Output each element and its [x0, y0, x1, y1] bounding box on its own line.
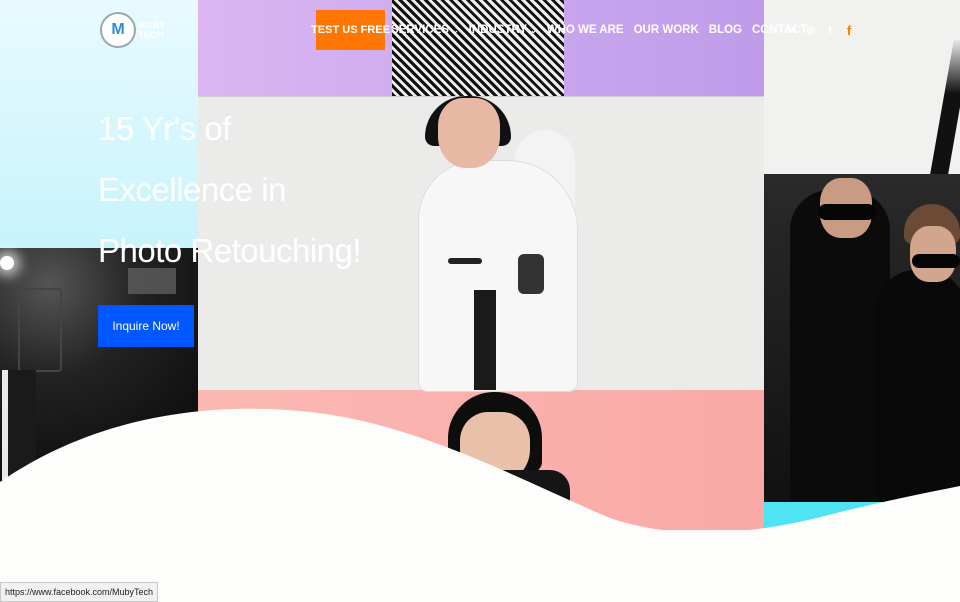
- jacket-badge-figure: [518, 254, 544, 294]
- inquire-now-button[interactable]: Inquire Now!: [98, 305, 194, 347]
- logo-text-line2: TECH: [138, 30, 164, 40]
- wave-divider: [0, 408, 960, 600]
- nav-item-label: SERVICES: [391, 24, 449, 36]
- site-logo[interactable]: M MUBY TECH: [100, 12, 166, 48]
- main-nav: TEST US FREE SERVICES ⌄ INDUSTRY ⌄ WHO W…: [311, 10, 817, 50]
- jacket-pocket-figure: [448, 258, 482, 264]
- test-us-free-button[interactable]: TEST US FREE: [311, 10, 390, 50]
- hero-heading-line1: 15 Yr's of: [98, 110, 231, 147]
- nav-item-services[interactable]: SERVICES ⌄: [391, 24, 459, 36]
- nav-item-blog[interactable]: BLOG: [709, 24, 742, 36]
- stage-light-figure: [0, 256, 14, 270]
- logo-mark-icon: M: [100, 12, 136, 48]
- chevron-down-icon: ⌄: [530, 25, 537, 35]
- instagram-icon[interactable]: ◎: [806, 25, 816, 36]
- logo-text: MUBY TECH: [138, 20, 166, 40]
- facebook-icon[interactable]: f: [844, 23, 854, 38]
- hero-heading-line3: Photo Retouching!: [98, 232, 362, 269]
- white-jacket-figure: [418, 160, 578, 392]
- linkedin-icon[interactable]: in: [787, 25, 797, 36]
- nav-item-industry[interactable]: INDUSTRY ⌄: [469, 24, 537, 36]
- nav-item-our-work[interactable]: OUR WORK: [634, 24, 699, 36]
- nav-item-label: OUR WORK: [633, 24, 699, 36]
- stage-rig-figure: [18, 288, 62, 372]
- browser-status-url: https://www.facebook.com/MubyTech: [0, 582, 159, 602]
- nav-item-who-we-are[interactable]: WHO WE ARE: [547, 24, 624, 36]
- hero-heading-line2: Excellence in: [98, 171, 286, 208]
- model-face-figure: [438, 98, 500, 168]
- chevron-down-icon: ⌄: [451, 25, 459, 35]
- sunglasses-figure-2: [912, 254, 960, 268]
- social-links: in ◎ t f: [787, 23, 854, 38]
- logo-text-line1: MUBY: [138, 20, 166, 30]
- nav-item-label: BLOG: [708, 24, 742, 36]
- stage-rig-figure-2: [128, 268, 176, 294]
- nav-item-label: INDUSTRY: [468, 24, 528, 36]
- sunglasses-figure: [818, 204, 876, 220]
- jacket-stripe-figure: [474, 290, 496, 390]
- nav-item-label: WHO WE ARE: [546, 24, 624, 36]
- twitter-icon[interactable]: t: [825, 25, 835, 36]
